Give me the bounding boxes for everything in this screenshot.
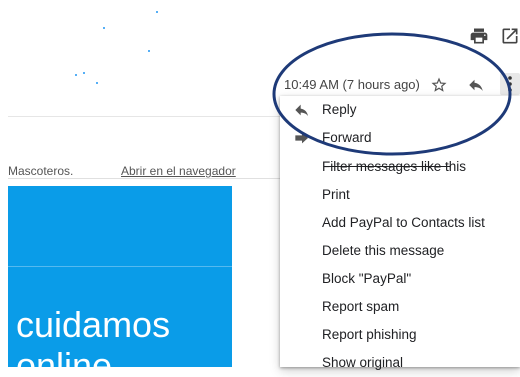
menu-item-report-spam[interactable]: Report spam <box>280 293 520 321</box>
message-time: 10:49 AM (7 hours ago) <box>284 77 420 92</box>
annotation-line <box>324 166 450 167</box>
promo-text: cuidamos online <box>16 304 170 367</box>
speck <box>103 27 105 29</box>
open-in-new-window-button[interactable] <box>500 26 520 46</box>
forward-arrow-icon <box>294 131 310 150</box>
star-outline-icon <box>431 77 447 92</box>
speck <box>96 82 98 84</box>
menu-item-label: Forward <box>322 130 372 145</box>
header-divider <box>8 116 280 117</box>
promo-banner: cuidamos online <box>8 186 232 367</box>
menu-item-label: Report phishing <box>322 327 417 342</box>
menu-item-label: Delete this message <box>322 243 445 258</box>
menu-item-add-contact[interactable]: Add PayPal to Contacts list <box>280 209 520 237</box>
menu-item-label: Block "PayPal" <box>322 271 412 286</box>
menu-item-reply[interactable]: Reply <box>280 96 520 124</box>
menu-item-forward[interactable]: Forward <box>280 124 520 152</box>
menu-item-show-original[interactable]: Show original <box>280 349 520 377</box>
promo-line-2: online <box>16 345 113 367</box>
reply-arrow-icon <box>294 103 310 122</box>
menu-item-filter[interactable]: Filter messages like this <box>280 153 520 181</box>
menu-item-label: Reply <box>322 102 357 117</box>
message-actions-menu: Reply Forward Filter messages like this … <box>280 96 520 370</box>
open-in-new-window-icon <box>502 28 518 44</box>
more-vertical-icon <box>508 76 512 92</box>
menu-item-block[interactable]: Block "PayPal" <box>280 265 520 293</box>
menu-item-label: Print <box>322 187 350 202</box>
promo-line-1: cuidamos <box>16 304 171 345</box>
speck <box>83 72 85 74</box>
more-options-button[interactable] <box>500 73 520 95</box>
speck <box>156 11 158 13</box>
open-in-browser-link[interactable]: Abrir en el navegador <box>121 164 236 178</box>
menu-item-report-phishing[interactable]: Report phishing <box>280 321 520 349</box>
menu-item-print[interactable]: Print <box>280 181 520 209</box>
menu-item-label: Add PayPal to Contacts list <box>322 215 485 230</box>
speck <box>75 74 77 76</box>
reply-arrow-icon <box>469 79 483 91</box>
menu-item-label: Show original <box>322 355 404 370</box>
promo-rule <box>8 266 232 267</box>
printer-icon <box>470 28 488 44</box>
speck <box>148 50 150 52</box>
menu-item-delete[interactable]: Delete this message <box>280 237 520 265</box>
brand-text: Mascoteros. <box>8 164 74 178</box>
banner-divider <box>8 178 280 179</box>
print-button[interactable] <box>469 26 489 46</box>
menu-item-label: Report spam <box>322 299 400 314</box>
